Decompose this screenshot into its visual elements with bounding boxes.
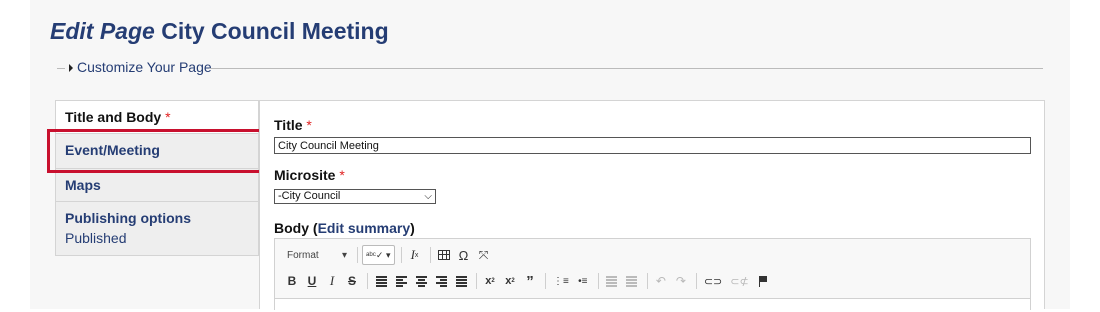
required-marker: *: [165, 109, 171, 125]
tab-content-panel: Title * Microsite * -City Council ⌵ Body…: [259, 100, 1045, 312]
strike-icon[interactable]: S: [343, 271, 361, 291]
superscript-icon[interactable]: x2: [501, 271, 519, 291]
microsite-select[interactable]: -City Council ⌵: [274, 189, 436, 204]
title-label: Title *: [274, 117, 312, 133]
bold-icon[interactable]: B: [283, 271, 301, 291]
link-icon[interactable]: ⊂⊃: [701, 271, 725, 291]
required-marker: *: [306, 117, 312, 133]
rich-text-editor: Format ▾ ᵃᵇᶜ✓ ▾ Ix Ω ⤧ B U I S x 2 x 2 ”…: [274, 238, 1031, 312]
chevron-down-icon: ⌵: [424, 191, 432, 202]
format-dropdown-label: Format: [287, 249, 319, 261]
editor-content-area[interactable]: [275, 298, 1030, 312]
microsite-label: Microsite *: [274, 167, 345, 183]
remove-format-icon[interactable]: Ix: [406, 245, 424, 265]
tab-publishing-options[interactable]: Publishing options Published: [56, 202, 258, 255]
tab-title-and-body[interactable]: Title and Body *: [56, 101, 258, 134]
vertical-tabs: Title and Body * Event/Meeting Maps Publ…: [55, 100, 259, 256]
indent-icon[interactable]: [623, 271, 641, 291]
editor-toolbar-row-2: B U I S x2 x2 ” ⋮≡ •≡ ↶ ↷ ⊂⊃ ⊂⊄: [283, 271, 774, 291]
toolbar-separator: [357, 247, 358, 263]
caret-down-icon: ▾: [341, 249, 347, 261]
customize-legend-label: Customize Your Page: [77, 59, 212, 75]
toolbar-separator: [646, 273, 648, 289]
customize-fieldset: Customize Your Page: [57, 58, 1043, 78]
tab-publishing-options-summary: Published: [65, 230, 127, 246]
align-justify-icon[interactable]: [452, 271, 470, 291]
toolbar-separator: [476, 273, 477, 289]
title-label-text: Title: [274, 117, 303, 133]
bullet-list-icon[interactable]: •≡: [574, 271, 592, 291]
align-left-icon[interactable]: [392, 271, 410, 291]
edit-summary-link[interactable]: Edit summary: [318, 220, 411, 236]
tab-publishing-options-label: Publishing options: [65, 210, 191, 226]
title-input[interactable]: [274, 137, 1031, 154]
unlink-icon[interactable]: ⊂⊄: [727, 271, 751, 291]
toolbar-separator: [367, 273, 368, 289]
toolbar-separator: [597, 273, 599, 289]
numbered-list-icon[interactable]: ⋮≡: [550, 271, 572, 291]
undo-icon[interactable]: ↶: [652, 271, 670, 291]
toolbar-separator: [695, 273, 697, 289]
editor-toolbar-row-1: Format ▾ ᵃᵇᶜ✓ ▾ Ix Ω ⤧: [283, 245, 495, 265]
fieldset-line-right: [209, 68, 1043, 69]
microsite-select-value: -City Council: [278, 190, 341, 202]
page-title-name: City Council Meeting: [161, 18, 389, 44]
tab-maps-label: Maps: [65, 177, 101, 193]
blockquote-icon[interactable]: ”: [521, 271, 539, 291]
customize-toggle[interactable]: Customize Your Page: [69, 59, 212, 75]
subscript-icon[interactable]: x2: [481, 271, 499, 291]
justify-icon[interactable]: [372, 271, 390, 291]
page-container: Edit Page City Council Meeting Customize…: [30, 0, 1070, 312]
underline-icon[interactable]: U: [303, 271, 321, 291]
table-icon[interactable]: [435, 245, 453, 265]
page-title: Edit Page City Council Meeting: [50, 18, 389, 45]
redo-icon[interactable]: ↷: [672, 271, 690, 291]
special-char-icon[interactable]: Ω: [455, 245, 473, 265]
expand-triangle-icon: [69, 63, 73, 72]
spellcheck-icon[interactable]: ᵃᵇᶜ✓ ▾: [362, 245, 395, 265]
fieldset-line-left: [57, 68, 65, 69]
body-label: Body (Edit summary): [274, 220, 415, 236]
microsite-label-text: Microsite: [274, 167, 336, 183]
align-right-icon[interactable]: [432, 271, 450, 291]
tab-event-meeting-label: Event/Meeting: [65, 142, 160, 158]
tab-maps[interactable]: Maps: [56, 169, 258, 202]
page-title-prefix: Edit Page: [50, 18, 155, 44]
format-dropdown[interactable]: Format ▾: [283, 245, 351, 265]
anchor-flag-icon[interactable]: [754, 271, 772, 291]
tab-event-meeting[interactable]: Event/Meeting: [56, 134, 258, 169]
maximize-icon[interactable]: ⤧: [475, 245, 493, 265]
toolbar-separator: [429, 247, 431, 263]
italic-icon[interactable]: I: [323, 271, 341, 291]
body-label-text: Body: [274, 220, 309, 236]
align-center-icon[interactable]: [412, 271, 430, 291]
tab-title-and-body-label: Title and Body: [65, 109, 162, 125]
required-marker: *: [339, 167, 345, 183]
outdent-icon[interactable]: [603, 271, 621, 291]
toolbar-separator: [545, 273, 546, 289]
toolbar-separator: [400, 247, 402, 263]
